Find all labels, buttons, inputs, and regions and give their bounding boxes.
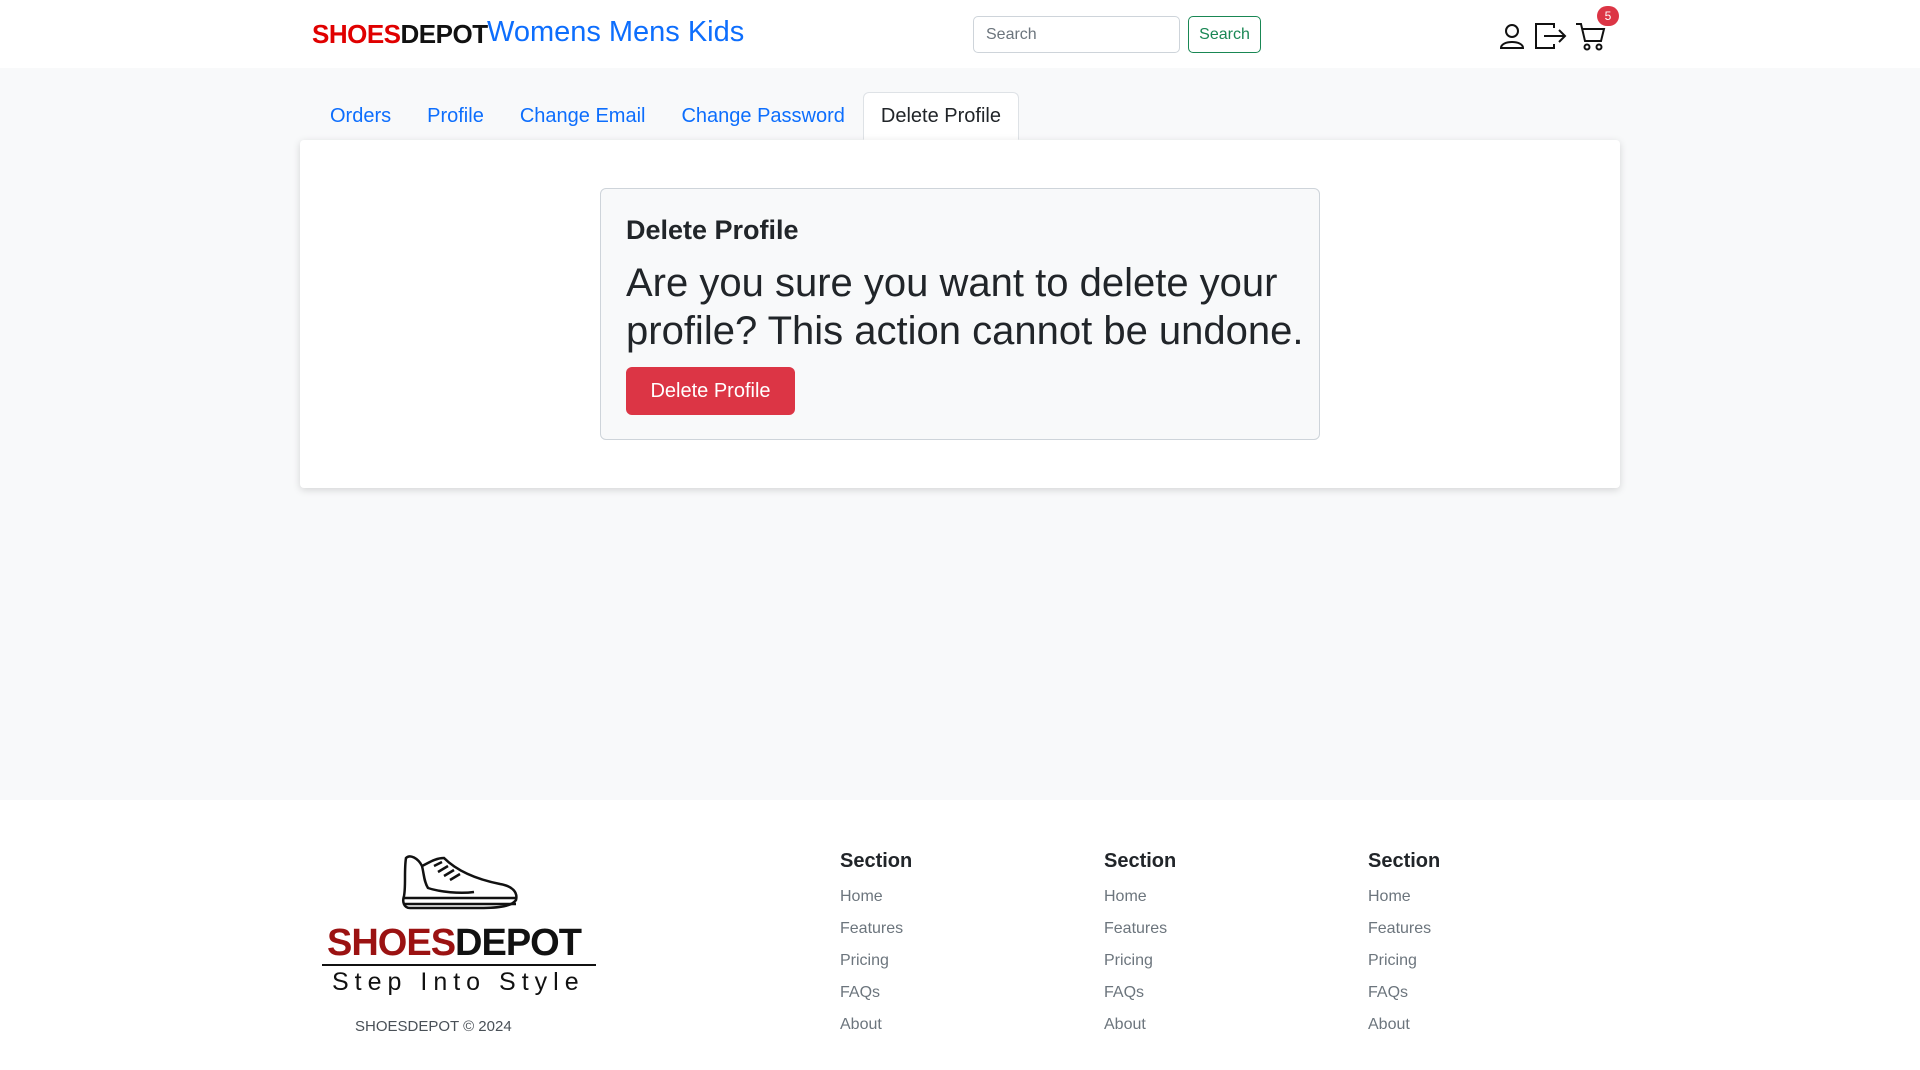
category-nav: Womens Mens Kids [487, 16, 744, 49]
footer-link-pricing[interactable]: Pricing [1368, 945, 1440, 977]
search-input[interactable] [973, 16, 1180, 53]
tab-orders[interactable]: Orders [312, 92, 409, 140]
footer-link-faqs[interactable]: FAQs [1368, 977, 1440, 1009]
tab-change-email[interactable]: Change Email [502, 92, 664, 140]
delete-warning-text: Are you sure you want to delete your pro… [626, 261, 1304, 353]
footer-logo-divider [322, 964, 596, 966]
brand-black-part: DEPOT [400, 19, 489, 49]
footer-link-home[interactable]: Home [840, 881, 912, 913]
footer-link-home[interactable]: Home [1104, 881, 1176, 913]
user-icon[interactable] [1494, 18, 1530, 54]
footer-link-about[interactable]: About [1104, 1009, 1176, 1041]
footer-section-title: Section [1368, 850, 1441, 872]
search-button[interactable]: Search [1188, 16, 1261, 53]
footer-logo-wordmark: SHOESDEPOT [327, 922, 582, 964]
nav-link-kids[interactable]: Kids [688, 16, 744, 49]
footer-link-features[interactable]: Features [1104, 913, 1176, 945]
logout-icon[interactable] [1533, 18, 1569, 54]
nav-link-womens[interactable]: Womens [487, 16, 601, 49]
footer-section-title: Section [1104, 850, 1177, 872]
copyright-text: SHOESDEPOT © 2024 [355, 1018, 512, 1035]
top-navbar: SHOESDEPOT Womens Mens Kids Search 5 [0, 0, 1920, 68]
footer-section-2: Section Home Features Pricing FAQs About [1104, 850, 1176, 1041]
nav-link-mens[interactable]: Mens [609, 16, 680, 49]
page-footer: SHOESDEPOT Step Into Style SHOESDEPOT © … [0, 800, 1920, 1070]
footer-link-pricing[interactable]: Pricing [1104, 945, 1176, 977]
footer-link-pricing[interactable]: Pricing [840, 945, 912, 977]
footer-link-about[interactable]: About [840, 1009, 912, 1041]
footer-link-faqs[interactable]: FAQs [1104, 977, 1176, 1009]
profile-tabs: Orders Profile Change Email Change Passw… [312, 92, 1019, 140]
tab-profile[interactable]: Profile [409, 92, 502, 140]
footer-section-1: Section Home Features Pricing FAQs About [840, 850, 912, 1041]
footer-section-title: Section [840, 850, 913, 872]
footer-link-about[interactable]: About [1368, 1009, 1440, 1041]
footer-link-faqs[interactable]: FAQs [840, 977, 912, 1009]
cart-count-badge: 5 [1597, 6, 1619, 26]
delete-profile-panel: Delete Profile Are you sure you want to … [600, 188, 1320, 440]
delete-profile-button[interactable]: Delete Profile [626, 367, 795, 415]
panel-title: Delete Profile [626, 215, 799, 245]
shoe-icon [402, 855, 518, 910]
brand-logo[interactable]: SHOESDEPOT [312, 19, 488, 50]
footer-link-features[interactable]: Features [840, 913, 912, 945]
footer-logo: SHOESDEPOT Step Into Style [322, 850, 602, 1000]
tab-delete-profile[interactable]: Delete Profile [862, 92, 1019, 140]
brand-red-part: SHOES [312, 19, 401, 49]
footer-link-features[interactable]: Features [1368, 913, 1440, 945]
footer-link-home[interactable]: Home [1368, 881, 1440, 913]
footer-section-3: Section Home Features Pricing FAQs About [1368, 850, 1440, 1041]
footer-logo-tagline: Step Into Style [332, 968, 585, 996]
tab-change-password[interactable]: Change Password [663, 92, 862, 140]
